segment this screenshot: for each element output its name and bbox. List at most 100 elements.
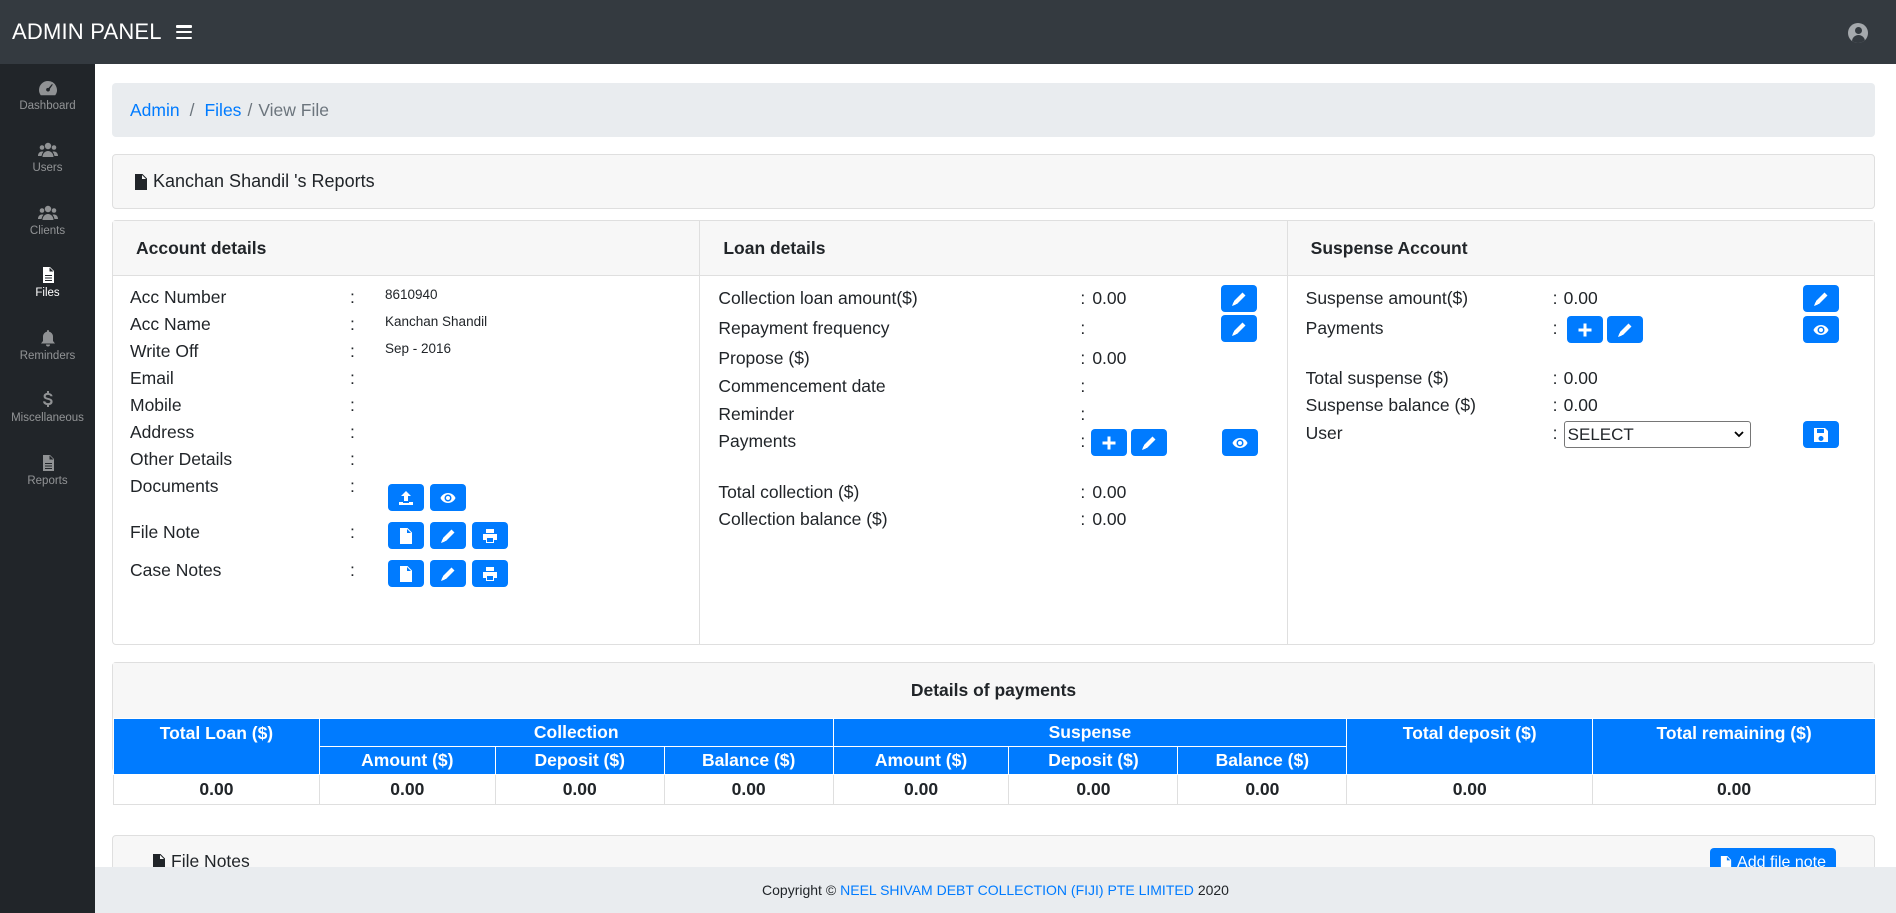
menu-toggle-icon[interactable] xyxy=(175,25,192,39)
user-label: User xyxy=(1305,423,1343,443)
footer: Copyright © NEEL SHIVAM DEBT COLLECTION … xyxy=(95,867,1896,913)
acc-name-label: Acc Name xyxy=(130,314,211,334)
edit-collection-amount-button[interactable] xyxy=(1221,285,1258,312)
header-suspense-amount: Amount ($) xyxy=(832,746,1010,775)
colon: : xyxy=(1552,395,1558,415)
sidebar: Dashboard Users Clients Files Reminders … xyxy=(0,64,95,913)
edit-repayment-frequency-button[interactable] xyxy=(1221,315,1258,342)
acc-number-value: 8610940 xyxy=(385,287,438,302)
file-icon xyxy=(398,528,414,544)
file-icon xyxy=(42,454,54,471)
header-collection-balance: Balance ($) xyxy=(663,746,834,775)
add-loan-payment-button[interactable] xyxy=(1091,429,1128,456)
eye-icon xyxy=(1813,322,1829,338)
breadcrumb: Admin / Files / View File xyxy=(112,83,1875,137)
save-user-button[interactable] xyxy=(1802,421,1839,448)
footer-year: 2020 xyxy=(1197,882,1229,898)
acc-number-label: Acc Number xyxy=(130,287,227,307)
payments-heading: Details of payments xyxy=(113,663,1874,718)
case-notes-print-button[interactable] xyxy=(472,560,508,587)
documents-label: Documents xyxy=(130,476,219,496)
breadcrumb-admin-link[interactable]: Admin xyxy=(130,100,180,121)
sidebar-item-reminders[interactable]: Reminders xyxy=(0,314,95,377)
write-off-value: Sep - 2016 xyxy=(385,341,452,356)
pencil-icon xyxy=(1813,291,1829,307)
pencil-icon xyxy=(1141,435,1157,451)
colon: : xyxy=(1080,318,1086,338)
upload-document-button[interactable] xyxy=(388,484,424,511)
propose-label: Propose ($) xyxy=(718,348,810,368)
payments-card: Details of payments Total Loan ($) Colle… xyxy=(112,662,1876,805)
pencil-icon xyxy=(440,566,456,582)
footer-copyright: Copyright © xyxy=(762,882,837,898)
cell-collection-balance: 0.00 xyxy=(663,774,834,805)
sidebar-item-label: Miscellaneous xyxy=(11,412,84,425)
sidebar-item-dashboard[interactable]: Dashboard xyxy=(0,64,95,127)
file-note-view-button[interactable] xyxy=(388,522,424,549)
breadcrumb-files-link[interactable]: Files xyxy=(204,100,241,121)
user-select[interactable]: SELECT xyxy=(1563,421,1751,448)
cell-total-loan: 0.00 xyxy=(113,774,320,805)
app-title[interactable]: ADMIN PANEL xyxy=(12,19,162,45)
cell-suspense-balance: 0.00 xyxy=(1177,774,1348,805)
colon: : xyxy=(350,476,355,496)
view-suspense-payments-button[interactable] xyxy=(1802,316,1839,343)
sidebar-item-label: Dashboard xyxy=(19,99,76,112)
sidebar-item-label: Files xyxy=(35,287,60,300)
suspense-payments-label: Payments xyxy=(1305,318,1384,338)
bell-icon xyxy=(40,329,55,347)
colon: : xyxy=(350,341,355,361)
colon: : xyxy=(1080,509,1086,529)
cell-total-remaining: 0.00 xyxy=(1592,774,1876,805)
propose-value: 0.00 xyxy=(1092,348,1127,368)
case-notes-label: Case Notes xyxy=(130,560,222,580)
collection-balance-label: Collection balance ($) xyxy=(718,509,888,529)
view-loan-payments-button[interactable] xyxy=(1222,429,1259,456)
sidebar-item-reports[interactable]: Reports xyxy=(0,439,95,502)
edit-suspense-amount-button[interactable] xyxy=(1802,285,1839,312)
suspense-amount-label: Suspense amount($) xyxy=(1305,288,1469,308)
colon: : xyxy=(350,522,355,542)
plus-icon xyxy=(1101,435,1117,451)
edit-loan-payment-button[interactable] xyxy=(1131,429,1168,456)
chevron-down-icon xyxy=(1734,431,1744,438)
table-row: 0.00 0.00 0.00 0.00 0.00 0.00 0.00 0.00 … xyxy=(113,774,1876,805)
address-label: Address xyxy=(130,422,195,442)
add-suspense-payment-button[interactable] xyxy=(1566,316,1603,343)
sidebar-item-users[interactable]: Users xyxy=(0,127,95,190)
sidebar-item-files[interactable]: Files xyxy=(0,252,95,315)
main-content: Admin / Files / View File Kanchan Shandi… xyxy=(95,64,1896,913)
pencil-icon xyxy=(1231,321,1247,337)
colon: : xyxy=(1080,348,1086,368)
total-suspense-value: 0.00 xyxy=(1563,368,1598,388)
report-header: Kanchan Shandil 's Reports xyxy=(112,154,1875,209)
edit-suspense-payment-button[interactable] xyxy=(1606,316,1643,343)
header-collection-deposit: Deposit ($) xyxy=(494,746,665,775)
header-total-remaining: Total remaining ($) xyxy=(1592,718,1876,775)
colon: : xyxy=(350,368,355,388)
case-notes-edit-button[interactable] xyxy=(430,560,466,587)
sidebar-item-label: Reports xyxy=(27,474,68,487)
view-documents-button[interactable] xyxy=(430,484,466,511)
users-icon xyxy=(37,205,58,220)
colon: : xyxy=(350,422,355,442)
case-notes-view-button[interactable] xyxy=(388,560,424,587)
user-avatar-icon[interactable] xyxy=(1848,23,1868,43)
colon: : xyxy=(1552,423,1558,443)
header-total-loan: Total Loan ($) xyxy=(113,718,320,775)
footer-company-link[interactable]: NEEL SHIVAM DEBT COLLECTION (FIJI) PTE L… xyxy=(840,882,1194,898)
total-collection-label: Total collection ($) xyxy=(718,482,860,502)
acc-name-value: Kanchan Shandil xyxy=(385,314,488,329)
eye-icon xyxy=(1232,435,1248,451)
sidebar-item-clients[interactable]: Clients xyxy=(0,189,95,252)
upload-icon xyxy=(398,490,414,506)
sidebar-item-miscellaneous[interactable]: Miscellaneous xyxy=(0,377,95,440)
collection-amount-label: Collection loan amount($) xyxy=(718,288,918,308)
cell-suspense-deposit: 0.00 xyxy=(1008,774,1179,805)
header-collection: Collection xyxy=(318,718,834,747)
colon: : xyxy=(1080,288,1086,308)
file-note-print-button[interactable] xyxy=(472,522,508,549)
total-collection-value: 0.00 xyxy=(1092,482,1127,502)
file-note-edit-button[interactable] xyxy=(430,522,466,549)
colon: : xyxy=(1080,431,1086,451)
